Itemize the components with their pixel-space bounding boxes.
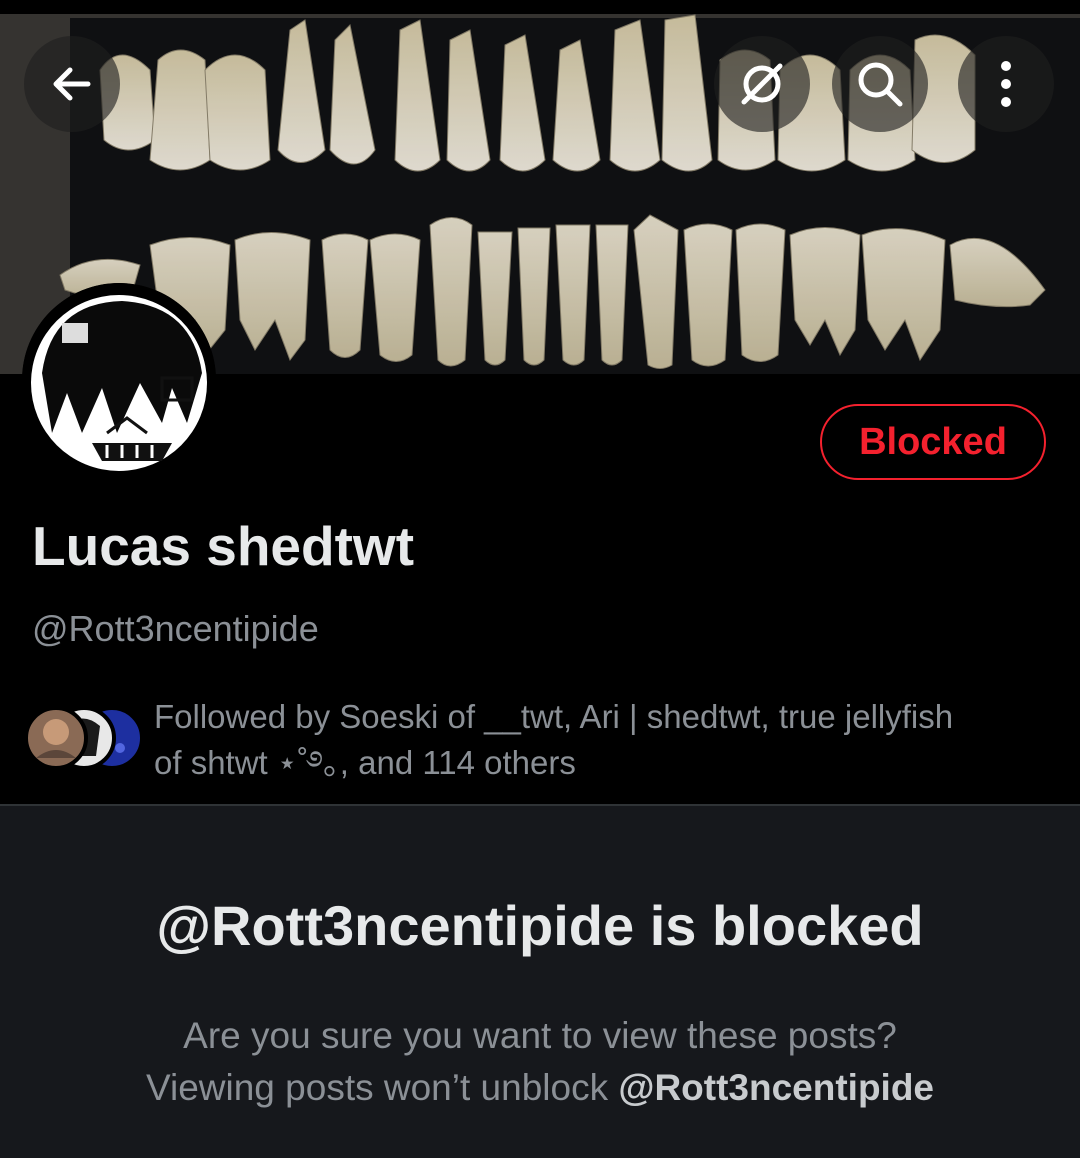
- profile-handle: @Rott3ncentipide: [32, 608, 319, 649]
- avatar[interactable]: [22, 283, 216, 477]
- followed-by-line-1: Followed by Soeski of __twt, Ari | shedt…: [154, 698, 954, 735]
- avatar-image: [22, 283, 216, 477]
- profile-display-name: Lucas shedtwt: [32, 515, 415, 577]
- search-button[interactable]: [832, 36, 928, 132]
- followers-avatar-stack[interactable]: [22, 704, 144, 772]
- blocked-button[interactable]: Blocked: [820, 404, 1046, 480]
- blocked-notice-description: Are you sure you want to view these post…: [40, 1010, 1040, 1114]
- search-icon: [858, 62, 903, 107]
- more-vertical-icon: [1001, 61, 1011, 107]
- back-button[interactable]: [24, 36, 120, 132]
- blocked-notice-title: @Rott3ncentipide is blocked: [156, 894, 924, 957]
- blocked-notice-line-2: Viewing posts won’t unblock @Rott3ncenti…: [40, 1062, 1040, 1114]
- blocked-button-label: Blocked: [859, 420, 1007, 463]
- grok-button[interactable]: [714, 36, 810, 132]
- blocked-notice-handle: @Rott3ncentipide: [618, 1067, 934, 1108]
- blocked-notice-line-2-prefix: Viewing posts won’t unblock: [145, 1067, 619, 1108]
- followers-avatars: [24, 706, 144, 770]
- followed-by-text[interactable]: Followed by Soeski of __twt, Ari | shedt…: [154, 694, 1054, 786]
- followed-by-line-2: of shtwt ⋆˚࿔｡, and 114 others: [154, 744, 576, 781]
- blocked-notice-line-1: Are you sure you want to view these post…: [183, 1015, 897, 1056]
- grok-icon: [741, 63, 783, 105]
- arrow-left-icon: [53, 67, 91, 101]
- more-button[interactable]: [958, 36, 1054, 132]
